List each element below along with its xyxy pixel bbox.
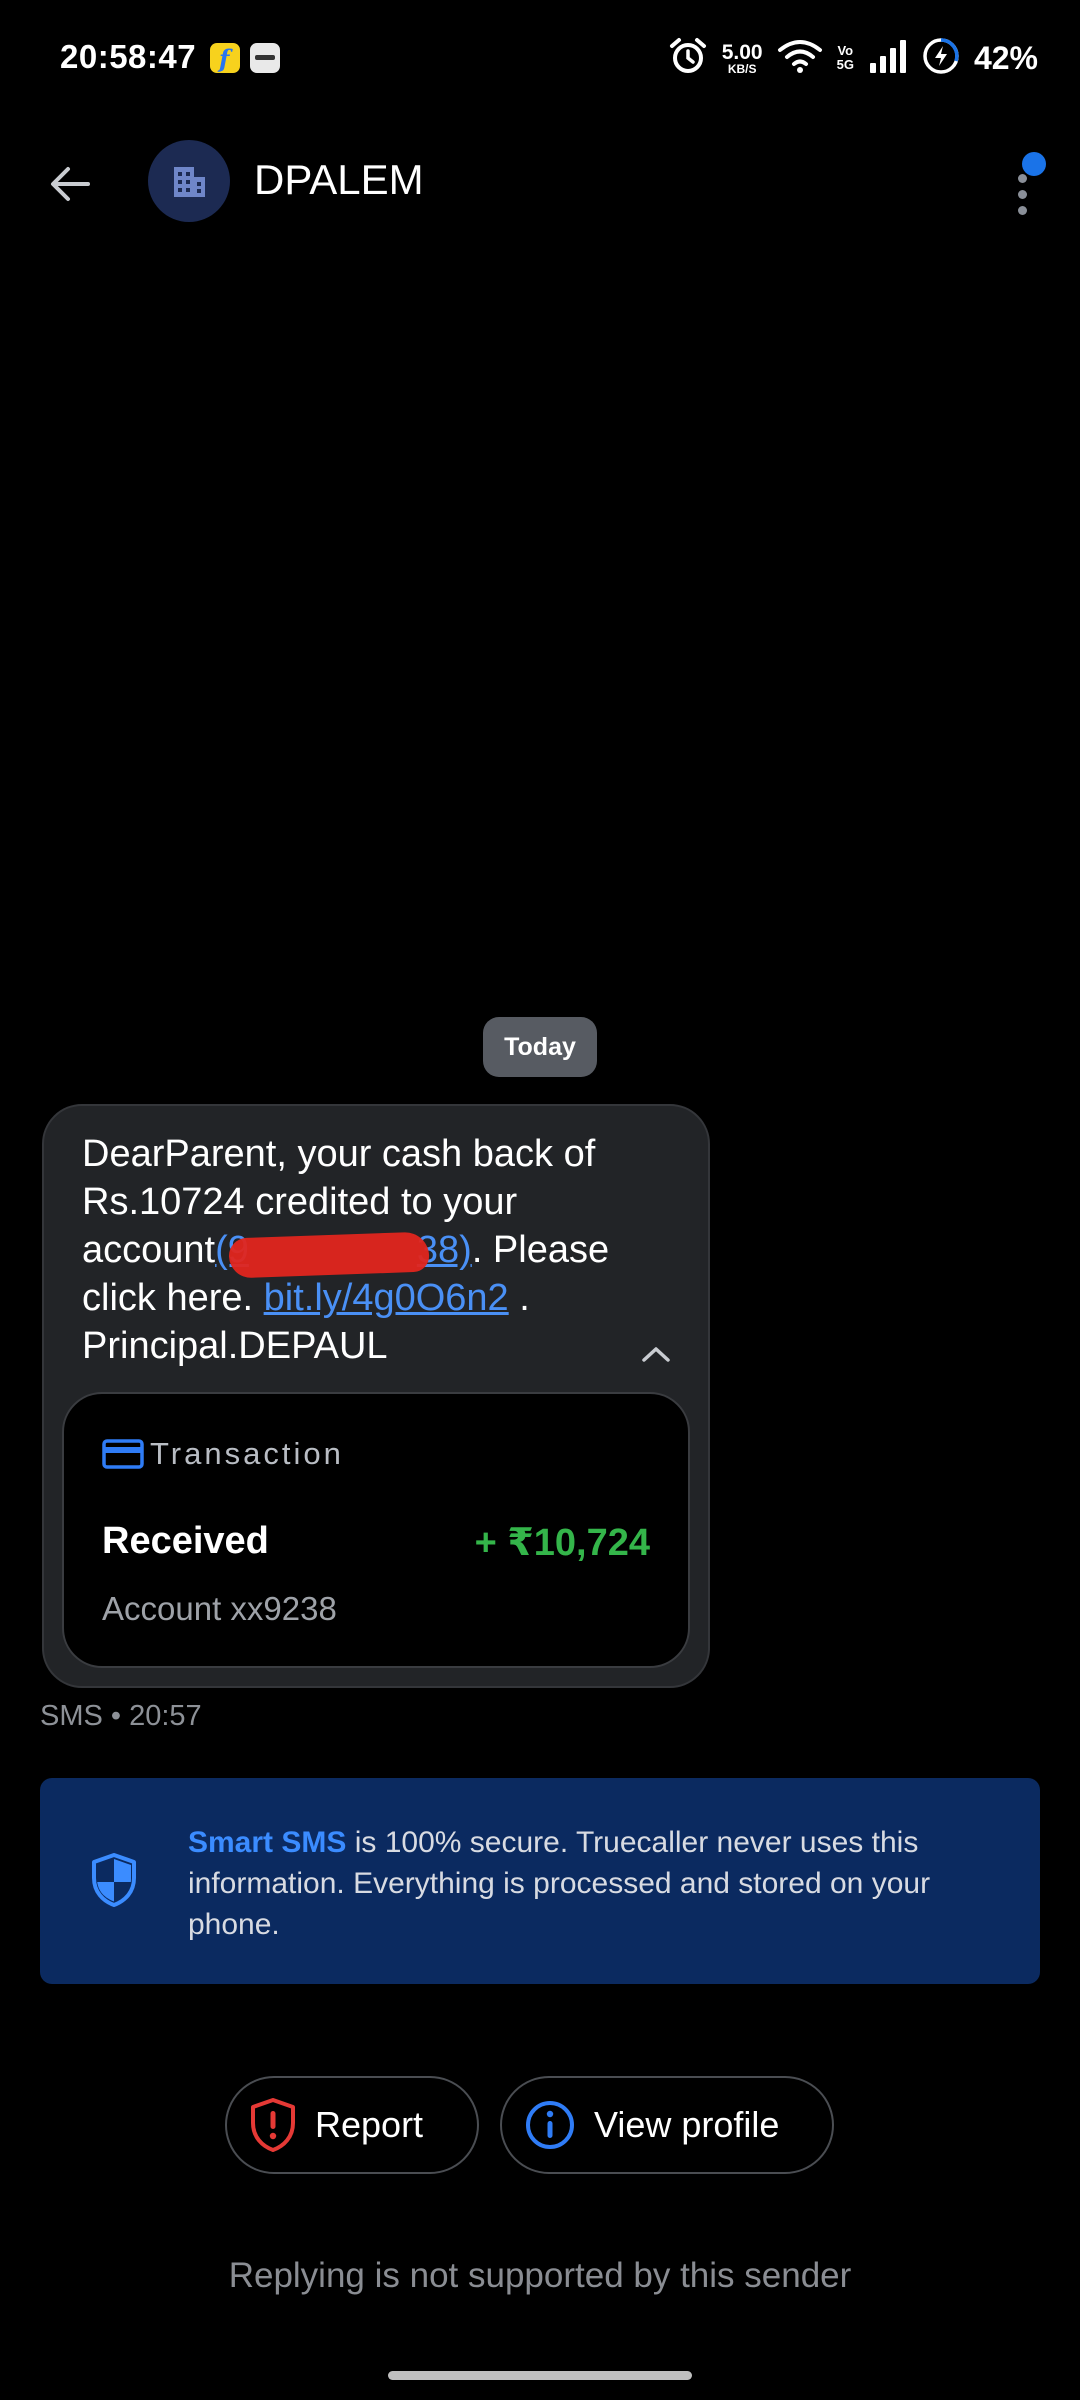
- flipkart-notification-icon: [210, 43, 240, 73]
- volte-top: Vo: [837, 43, 854, 59]
- chevron-up-icon: [642, 1347, 670, 1362]
- smart-sms-text: Smart SMS is 100% secure. Truecaller nev…: [188, 1822, 1008, 1945]
- transaction-amount: + ₹10,724: [474, 1522, 650, 1564]
- conversation-header: DPALEM: [0, 130, 1080, 234]
- date-chip: Today: [483, 1017, 597, 1077]
- business-building-icon: [174, 167, 205, 197]
- redacted-phone-link[interactable]: (938): [215, 1229, 472, 1279]
- sender-avatar[interactable]: [148, 140, 230, 222]
- more-dot: [1018, 174, 1027, 183]
- status-bar: 20:58:47 5.00 KB/S Vo 5G: [0, 0, 1080, 120]
- view-profile-button[interactable]: View profile: [500, 2076, 834, 2174]
- back-button[interactable]: [38, 156, 102, 212]
- volte-bottom: 5G: [836, 57, 854, 72]
- credit-card-icon: [102, 1439, 144, 1469]
- notification-badge: [1022, 152, 1046, 176]
- wifi-icon: [777, 38, 823, 79]
- redaction-scribble: [228, 1231, 430, 1279]
- more-dot: [1018, 206, 1027, 215]
- more-options-button[interactable]: [1000, 152, 1050, 220]
- signal-icon: [868, 39, 908, 78]
- collapse-button[interactable]: [634, 1332, 678, 1376]
- smart-sms-brand: Smart SMS: [188, 1826, 347, 1859]
- info-icon: [524, 2099, 576, 2151]
- home-indicator[interactable]: [388, 2371, 692, 2380]
- volte-indicator: Vo 5G: [837, 44, 854, 71]
- smart-sms-banner: Smart SMS is 100% secure. Truecaller nev…: [40, 1778, 1040, 1984]
- message-text: DearParent, your cash back of Rs.10724 c…: [82, 1130, 682, 1370]
- status-indicators: 5.00 KB/S Vo 5G 42%: [668, 30, 1038, 86]
- view-profile-label: View profile: [594, 2104, 780, 2145]
- report-button[interactable]: Report: [225, 2076, 479, 2174]
- reply-not-supported-note: Replying is not supported by this sender: [228, 2256, 852, 2295]
- battery-percent: 42%: [973, 39, 1038, 76]
- transaction-header: Transaction: [102, 1436, 344, 1472]
- alarm-icon: [668, 36, 708, 81]
- shield-icon: [90, 1852, 138, 1913]
- net-speed-unit: KB/S: [727, 61, 757, 76]
- paytm-notification-icon: [250, 43, 280, 73]
- report-label: Report: [315, 2104, 424, 2145]
- sender-name[interactable]: DPALEM: [254, 156, 424, 204]
- battery-charging-icon: [922, 37, 960, 80]
- net-speed: 5.00 KB/S: [722, 42, 763, 75]
- transaction-status: Received: [102, 1520, 269, 1562]
- transaction-title: Transaction: [150, 1436, 344, 1471]
- more-dot: [1018, 190, 1027, 199]
- net-speed-value: 5.00: [721, 40, 763, 64]
- message-bubble[interactable]: DearParent, your cash back of Rs.10724 c…: [42, 1104, 710, 1688]
- transaction-card[interactable]: Transaction Received + ₹10,724 Account x…: [62, 1392, 690, 1668]
- transaction-account: Account xx9238: [102, 1590, 337, 1627]
- message-meta: SMS • 20:57: [40, 1700, 202, 1732]
- back-arrow-icon: [51, 167, 90, 201]
- status-time: 20:58:47: [60, 38, 197, 75]
- report-shield-icon: [249, 2097, 297, 2153]
- message-link[interactable]: bit.ly/4g0O6n2: [264, 1277, 509, 1319]
